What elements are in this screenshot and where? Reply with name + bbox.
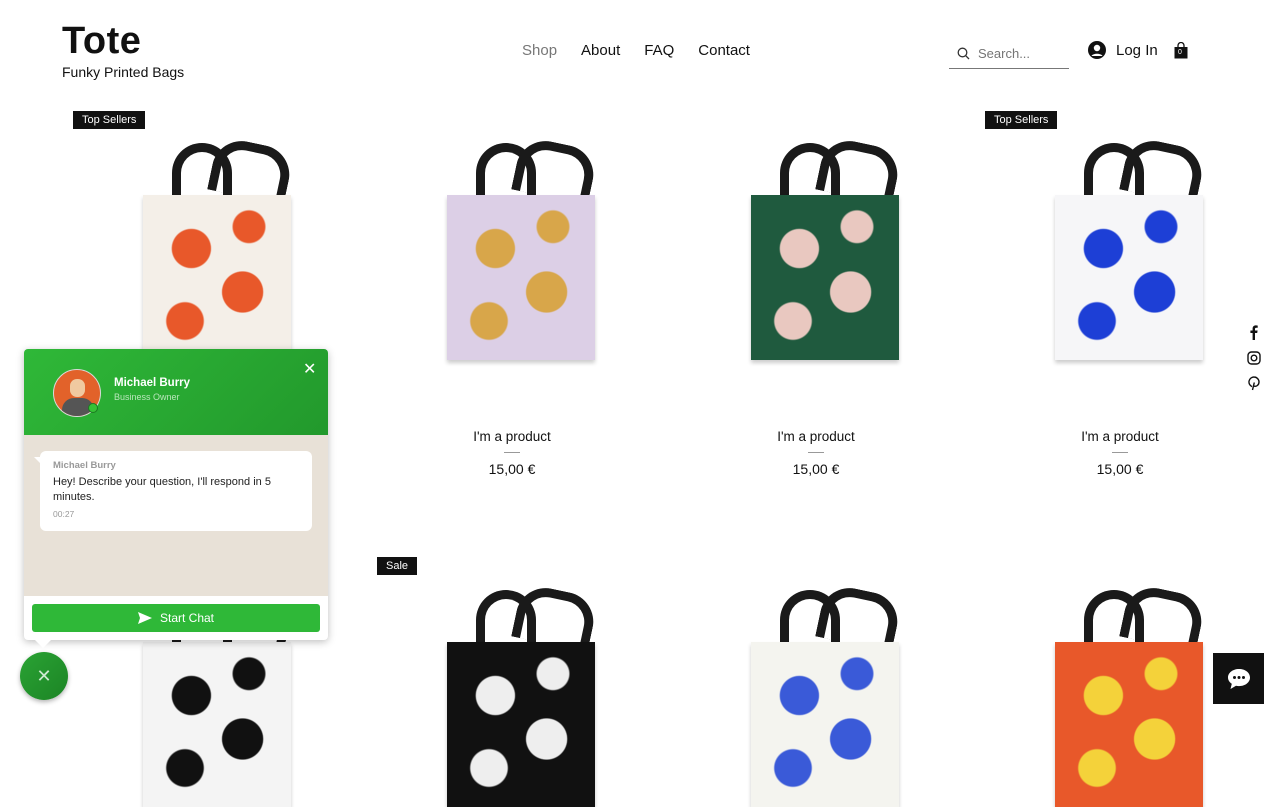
product-name[interactable]: I'm a product xyxy=(670,429,962,444)
search-icon xyxy=(957,47,970,59)
nav-shop[interactable]: Shop xyxy=(522,42,557,59)
main-nav: Shop About FAQ Contact xyxy=(522,42,750,59)
nav-about[interactable]: About xyxy=(581,42,620,59)
agent-role: Business Owner xyxy=(114,392,180,402)
site-chat-button[interactable] xyxy=(1213,653,1264,704)
chat-bubble-icon xyxy=(1227,668,1250,689)
product-image[interactable] xyxy=(1055,642,1203,807)
site-logo[interactable]: Tote Funky Printed Bags xyxy=(62,20,184,80)
chat-widget: Michael Burry Business Owner ✕ Michael B… xyxy=(24,349,328,640)
close-icon: ✕ xyxy=(36,665,52,686)
chat-toggle-button[interactable]: ✕ xyxy=(20,652,68,700)
login-label: Log In xyxy=(1116,41,1158,59)
product-badge: Top Sellers xyxy=(73,111,146,129)
close-icon[interactable]: ✕ xyxy=(303,359,316,379)
product-price: 15,00 € xyxy=(792,461,840,477)
product-badge: Top Sellers xyxy=(985,111,1058,129)
message-time: 00:27 xyxy=(53,509,75,519)
online-status-dot xyxy=(88,403,98,413)
product-name[interactable]: I'm a product xyxy=(366,429,658,444)
logo-title: Tote xyxy=(62,20,142,62)
product-image[interactable] xyxy=(751,642,899,807)
cart-count: 0 xyxy=(1178,49,1182,56)
start-chat-button[interactable]: Start Chat xyxy=(32,604,320,632)
start-chat-label: Start Chat xyxy=(159,611,215,625)
cart-button[interactable]: 0 xyxy=(1174,41,1188,64)
product-price: 15,00 € xyxy=(1096,461,1144,477)
logo-tagline: Funky Printed Bags xyxy=(62,64,185,80)
instagram-icon[interactable] xyxy=(1247,351,1261,365)
login-button[interactable]: Log In xyxy=(1088,41,1158,59)
product-image[interactable] xyxy=(1055,195,1203,360)
product-image[interactable] xyxy=(143,195,291,360)
message-bubble: Michael Burry Hey! Describe your questio… xyxy=(34,451,312,531)
nav-faq[interactable]: FAQ xyxy=(644,42,674,59)
send-icon xyxy=(137,612,152,624)
divider xyxy=(1112,452,1128,453)
message-text: Hey! Describe your question, I'll respon… xyxy=(53,476,271,503)
user-avatar-icon xyxy=(1088,41,1106,59)
nav-contact[interactable]: Contact xyxy=(698,42,750,59)
facebook-icon[interactable] xyxy=(1247,325,1261,340)
product-image[interactable] xyxy=(751,195,899,360)
agent-name: Michael Burry xyxy=(114,377,191,389)
pinterest-icon[interactable] xyxy=(1247,376,1261,391)
product-price: 15,00 € xyxy=(488,461,536,477)
product-image[interactable] xyxy=(447,642,595,807)
chat-header: Michael Burry Business Owner ✕ xyxy=(24,349,328,435)
chat-messages: Michael Burry Hey! Describe your questio… xyxy=(24,435,328,596)
product-badge: Sale xyxy=(377,557,418,575)
divider xyxy=(808,452,824,453)
search-box xyxy=(949,38,1069,69)
product-image[interactable] xyxy=(143,642,291,807)
divider xyxy=(504,452,520,453)
product-image[interactable] xyxy=(447,195,595,360)
social-bar xyxy=(1247,325,1261,391)
product-name[interactable]: I'm a product xyxy=(974,429,1266,444)
search-input[interactable] xyxy=(978,45,1063,61)
message-sender: Michael Burry xyxy=(53,460,116,471)
